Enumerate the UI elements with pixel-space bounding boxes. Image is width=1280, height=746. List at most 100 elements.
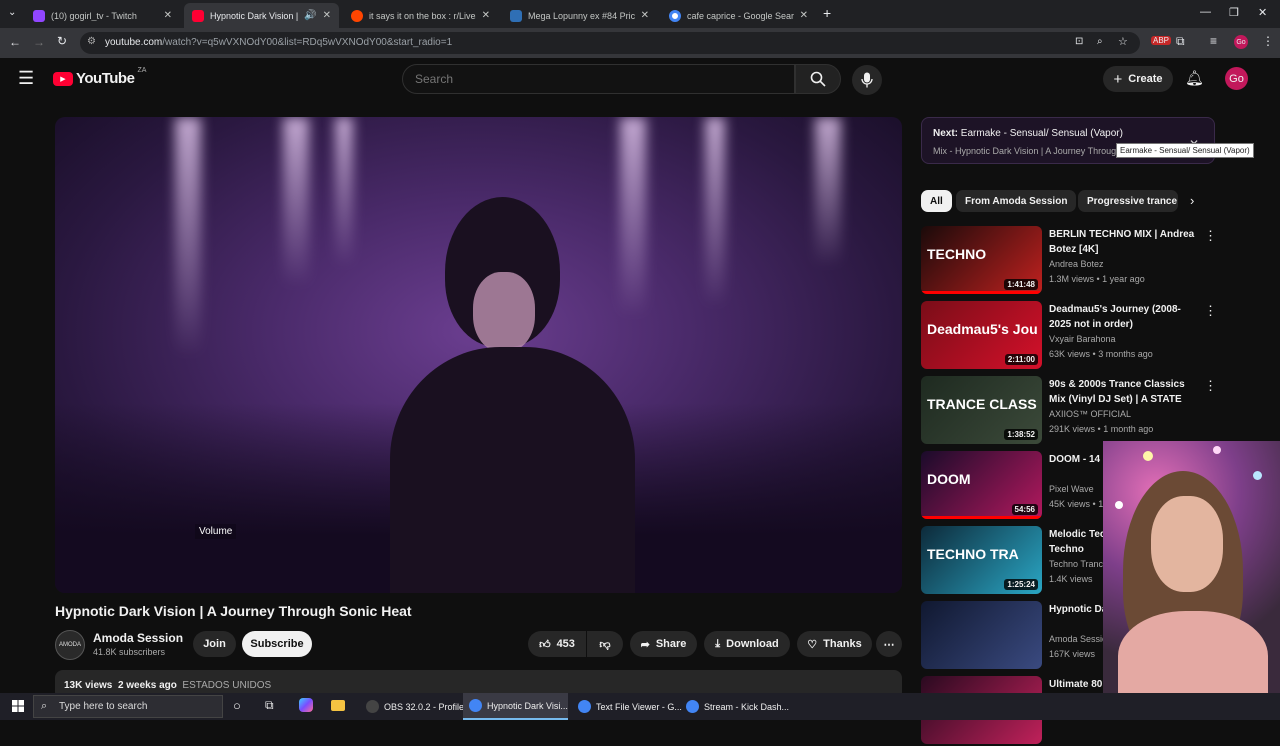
subscribe-button[interactable]: Subscribe [242,631,312,657]
close-window-icon[interactable]: ✕ [1258,6,1267,19]
recommendation-title[interactable]: BERLIN TECHNO MIX | Andrea Botez [4K] [1049,227,1199,257]
recommendation-item[interactable]: Deadmau5's Journey (2002:11:00Deadmau5's… [921,301,1217,371]
share-arrow-icon: ➦ [640,638,650,651]
taskbar-app[interactable]: Hypnotic Dark Visi... [463,693,568,720]
video-title: Hypnotic Dark Vision | A Journey Through… [55,603,412,619]
recommendation-item[interactable]: TECHNO 1:41:48 BERLIN TECHNO MIX | Andrea … [921,226,1217,296]
taskbar-app[interactable]: OBS 32.0.2 - Profile:... [360,693,474,720]
video-thumbnail[interactable] [921,601,1042,669]
recommendation-channel[interactable]: Techno Trance [1049,559,1108,569]
recommendation-item[interactable]: TRANCE CLASSICS 1:38:52 90s & 2000s Trance… [921,376,1217,446]
more-vertical-icon[interactable]: ⋮ [1204,228,1217,244]
more-vertical-icon[interactable]: ⋮ [1204,378,1217,394]
task-view-icon[interactable]: ⧉ [265,698,274,713]
close-tab-icon[interactable]: ✕ [482,10,490,21]
browser-tab-google[interactable]: cafe caprice - Google Search ✕ [661,3,816,28]
reddit-icon [351,9,363,22]
like-button[interactable]: 👍︎ 453 [528,631,586,657]
dislike-button[interactable]: 👎︎ [587,631,623,657]
video-thumbnail[interactable]: TECHNO 1:41:48 [921,226,1042,294]
youtube-logo[interactable]: ▶ YouTube ZA [53,67,146,87]
video-thumbnail[interactable]: DOOM 54:56 [921,451,1042,519]
video-thumbnail[interactable]: TECHNO TRA 1:25:24 [921,526,1042,594]
zoom-icon[interactable]: ⌕ [1097,36,1103,47]
tab-list-icon[interactable]: ⌄ [8,7,16,18]
browser-tab-twitch[interactable]: (10) gogirl_tv - Twitch ✕ [25,3,180,28]
search-button[interactable] [795,64,841,94]
close-tab-icon[interactable]: ✕ [641,10,649,21]
bookmark-star-icon[interactable]: ☆ [1118,35,1128,48]
site-info-icon[interactable]: ⚙ [87,36,96,47]
chip-all[interactable]: All [921,190,952,212]
file-explorer-icon[interactable] [331,700,345,711]
browser-menu-icon[interactable]: ⋮ [1262,34,1274,48]
more-actions-button[interactable]: ⋯ [876,631,902,657]
adblock-icon[interactable]: ABP [1151,36,1172,45]
recommendation-age: 1 year ago [1102,274,1145,284]
like-count: 453 [556,638,575,650]
recommendation-meta: 167K views [1049,649,1095,659]
new-tab-icon[interactable]: + [823,5,831,21]
recommendation-channel[interactable]: Pixel Wave [1049,484,1094,494]
notifications-bell-icon[interactable]: 🔔︎ [1185,69,1204,87]
recommendation-views: 1.4K views [1049,574,1093,584]
thanks-button[interactable]: ♡ Thanks [797,631,872,657]
address-bar[interactable]: ⚙ youtube.com/watch?v=q5wVXNOdY00&list=R… [80,32,1140,54]
close-tab-icon[interactable]: ✕ [800,10,808,21]
taskbar-app[interactable]: Text File Viewer - G... [572,693,682,720]
taskbar-app[interactable]: Stream - Kick Dash... [680,693,789,720]
account-avatar[interactable]: Go [1225,67,1248,90]
watch-progress-bar [921,516,1042,519]
video-thumbnail[interactable]: TRANCE CLASSICS 1:38:52 [921,376,1042,444]
browser-tab-youtube[interactable]: Hypnotic Dark Vision | A Jo 🔊 ✕ [184,3,339,28]
taskbar-search[interactable]: ⌕ Type here to search [33,695,223,718]
more-vertical-icon[interactable]: ⋮ [1204,303,1217,319]
windows-start-icon[interactable] [12,700,24,712]
browser-tab-reddit[interactable]: it says it on the box : r/Livestrea ✕ [343,3,498,28]
recommendation-channel[interactable]: Vxyair Barahona [1049,334,1116,344]
video-thumbnail[interactable]: Deadmau5's Journey (200 2:11:00 [921,301,1042,369]
thanks-label: Thanks [823,638,862,650]
recommendation-channel[interactable]: Andrea Botez [1049,259,1104,269]
install-app-icon[interactable]: ⊡ [1075,36,1083,47]
more-horizontal-icon: ⋯ [883,638,895,651]
channel-avatar[interactable]: AMODA [55,630,85,660]
search-box[interactable] [402,64,795,94]
create-button[interactable]: + Create [1103,66,1173,92]
close-tab-icon[interactable]: ✕ [164,10,172,21]
chip-progressive-trance[interactable]: Progressive trance [1078,190,1178,212]
recommendation-title[interactable]: Deadmau5's Journey (2008-2025 not in ord… [1049,302,1199,332]
restore-icon[interactable]: ❐ [1229,6,1239,19]
performer-body [390,347,635,593]
voice-search-button[interactable] [852,65,882,95]
twitch-icon [33,9,45,22]
channel-name[interactable]: Amoda Session [93,631,183,645]
copilot-icon[interactable] [299,698,313,712]
light-beam [283,117,309,287]
video-location[interactable]: ESTADOS UNIDOS [182,680,271,691]
recommendation-meta: 45K views • 1 [1049,499,1104,509]
chevron-right-icon[interactable]: › [1190,193,1194,208]
minimize-icon[interactable]: — [1200,6,1211,18]
video-player[interactable]: Volume [55,117,902,593]
recommendation-age: 1 month ago [1103,424,1154,434]
recommendation-title[interactable]: 90s & 2000s Trance Classics Mix (Vinyl D… [1049,377,1199,407]
browser-tab-pricecharting[interactable]: Mega Lopunny ex #84 Prices | P ✕ [502,3,657,28]
search-input[interactable] [403,65,794,93]
join-button[interactable]: Join [193,631,236,657]
audio-playing-icon[interactable]: 🔊 [304,10,316,21]
share-button[interactable]: ➦ Share [630,631,697,657]
forward-icon[interactable]: → [33,35,45,49]
reload-icon[interactable]: ↻ [57,34,67,48]
fairy-light [1115,501,1123,509]
cortana-icon[interactable]: ○ [233,698,241,713]
recommendation-channel[interactable]: AXIIOS™ OFFICIAL [1049,409,1131,419]
download-button[interactable]: ⤓ Download [704,631,790,657]
close-tab-icon[interactable]: ✕ [323,10,331,21]
media-controls-icon[interactable]: ≡ [1210,34,1217,48]
chip-from-channel[interactable]: From Amoda Session [956,190,1077,212]
profile-avatar[interactable]: Go [1234,35,1248,49]
hamburger-menu-icon[interactable]: ☰ [18,68,34,89]
back-icon[interactable]: ← [9,35,21,49]
extensions-icon[interactable]: ⧉ [1176,34,1185,49]
